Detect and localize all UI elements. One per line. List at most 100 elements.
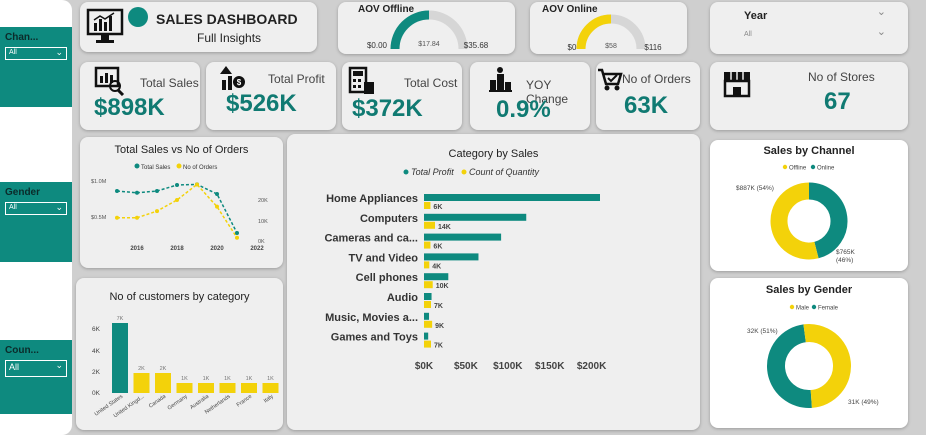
legend-marker-count-of-quantity	[461, 169, 467, 175]
chevron-down-icon: ⌄	[55, 202, 63, 212]
aov-online-card: AOV Online $0 $58 $116	[530, 2, 687, 54]
country-slicer-title: Coun...	[5, 345, 39, 356]
gender-slicer-title: Gender	[5, 187, 41, 198]
legend-marker-no-of-orders	[176, 163, 182, 169]
orders-point	[175, 198, 179, 202]
gender-slicer[interactable]: Gender All ⌄	[0, 182, 72, 262]
cart-icon	[598, 68, 623, 91]
country-label: France	[236, 394, 253, 409]
category-label: Computers	[360, 213, 418, 225]
aov-offline-card: AOV Offline $0.00 $17.84 $35.68	[338, 2, 515, 54]
category-label: Cameras and ca...	[324, 233, 418, 245]
x-tick-label: 2016	[130, 246, 144, 252]
no-of-stores-value: 67	[824, 88, 851, 115]
legend-marker-total-profit	[403, 169, 409, 175]
country-dropdown[interactable]: All ⌄	[5, 360, 67, 377]
year-dropdown-value[interactable]: All	[744, 31, 752, 38]
line-no-of-orders	[117, 183, 238, 239]
chevron-down-icon[interactable]: ⌄	[877, 25, 886, 38]
quantity-bar	[424, 320, 433, 328]
x-tick-label: $100K	[493, 361, 523, 372]
y-left-tick-label: $1.0M	[91, 179, 107, 185]
x-tick-label: 2020	[210, 246, 224, 252]
total-sales-value: $898K	[94, 94, 165, 121]
legend-online: Online	[817, 166, 835, 172]
chevron-down-icon: ⌄	[55, 47, 63, 57]
aov-online-min: $0	[568, 43, 577, 52]
customers-by-category-card: No of customers by category 6K 4K 2K 0K 7K Un…	[76, 278, 283, 430]
header-card: SALES DASHBOARD Full Insights	[80, 2, 317, 52]
donut-slice	[767, 324, 812, 408]
donut-slice	[808, 182, 848, 259]
profit-bar	[424, 194, 600, 201]
country-dropdown-value: All	[9, 362, 20, 372]
quantity-bar	[424, 241, 431, 249]
customer-bar-label: 1K	[246, 376, 253, 382]
quantity-bar	[424, 261, 430, 269]
quantity-label: 6K	[433, 244, 442, 251]
no-of-orders-label: No of Orders	[622, 72, 691, 86]
monitor-chart-icon	[86, 8, 124, 43]
sales-by-gender-chart: Male Female 32K (51%) 31K (49%)	[747, 304, 879, 408]
quantity-bar	[424, 340, 431, 348]
customer-bar-label: 1K	[267, 376, 274, 382]
category-by-sales-chart: Total Profit Count of Quantity Home Appl…	[324, 167, 607, 372]
profit-bar	[424, 332, 429, 340]
orders-point	[235, 235, 239, 240]
profit-bar	[424, 312, 430, 320]
orders-point	[115, 215, 119, 220]
legend-marker-online	[810, 164, 816, 170]
filter-sidebar: Chan... All ⌄ Gender All ⌄ Coun... All ⌄	[0, 0, 72, 435]
legend-no-of-orders: No of Orders	[183, 165, 217, 171]
year-slicer-title: Year	[744, 10, 768, 22]
gender-female-label: 31K (49%)	[848, 399, 879, 406]
customer-bar	[133, 373, 150, 393]
customer-bar	[198, 383, 214, 393]
y-tick-label: 4K	[92, 348, 101, 355]
chevron-down-icon: ⌄	[55, 360, 63, 370]
sales-vs-orders-chart: Total Sales No of Orders 2016 2018 2020 202…	[91, 163, 268, 252]
country-label: Italy	[263, 394, 275, 405]
sales-vs-orders-card: Total Sales vs No of Orders Total Sales …	[80, 137, 283, 268]
channel-offline-label: $887K (54%)	[736, 185, 774, 192]
year-slicer[interactable]: Year ⌄ All ⌄	[710, 2, 908, 54]
quantity-bar	[424, 281, 433, 289]
profit-bar	[424, 213, 527, 221]
calculator-icon	[348, 66, 374, 94]
country-label: Germany	[167, 394, 189, 412]
chevron-down-icon[interactable]: ⌄	[877, 5, 886, 18]
gender-dropdown-value: All	[9, 204, 17, 211]
legend-male: Male	[796, 306, 810, 312]
aov-online-value: $58	[605, 43, 617, 50]
sales-point	[135, 190, 139, 195]
no-of-stores-card: No of Stores 67	[710, 62, 908, 130]
customer-bar-label: 2K	[160, 366, 167, 372]
no-of-orders-value: 63K	[624, 92, 669, 119]
legend-offline: Offline	[789, 166, 807, 172]
customer-bar	[262, 383, 279, 393]
channel-slicer[interactable]: Chan... All ⌄	[0, 27, 72, 107]
total-sales-card: Total Sales $898K	[80, 62, 200, 130]
legend-total-sales: Total Sales	[141, 165, 170, 171]
sales-by-gender-card: Sales by Gender Male Female 32K (51%) 31…	[710, 278, 908, 428]
gender-dropdown[interactable]: All ⌄	[5, 202, 67, 215]
profit-up-icon: $	[220, 66, 245, 90]
y-tick-label: 2K	[92, 369, 101, 376]
total-profit-card: $ Total Profit $526K	[206, 62, 336, 130]
customer-bar	[112, 323, 128, 393]
aov-offline-value: $17.84	[418, 41, 440, 48]
total-profit-value: $526K	[226, 90, 297, 117]
total-profit-label: Total Profit	[268, 72, 325, 86]
country-label: Canada	[148, 393, 168, 410]
orders-point	[135, 215, 139, 220]
yoy-change-value: 0.9%	[496, 96, 551, 123]
channel-dropdown[interactable]: All ⌄	[5, 47, 67, 60]
orders-point	[155, 209, 159, 214]
y-left-tick-label: $0.5M	[91, 215, 107, 221]
aov-online-max: $116	[644, 43, 662, 52]
category-label: Cell phones	[356, 272, 418, 284]
quantity-label: 10K	[436, 283, 449, 290]
country-slicer[interactable]: Coun... All ⌄	[0, 340, 72, 414]
store-icon	[723, 72, 751, 98]
category-label: Home Appliances	[326, 193, 418, 205]
